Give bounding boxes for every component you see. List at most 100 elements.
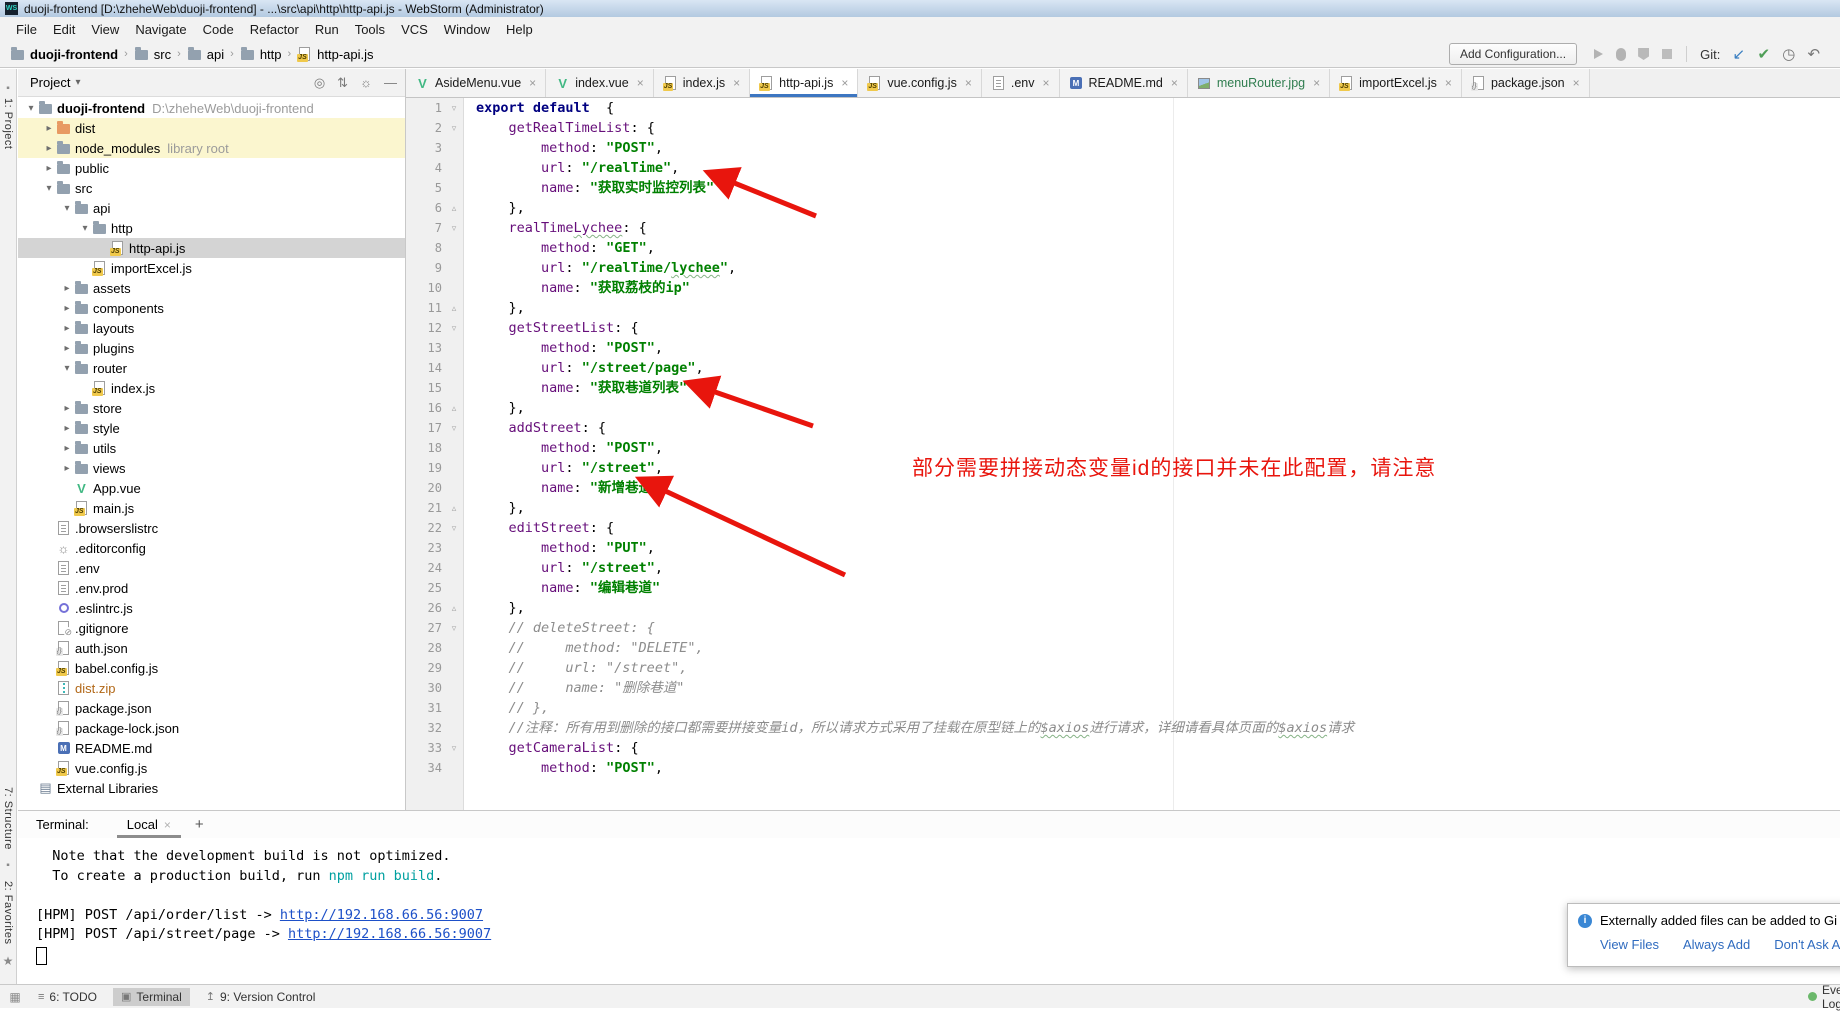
tree-chevron-icon[interactable]: ▸: [60, 463, 74, 474]
tree-row-.gitignore[interactable]: .gitignore: [18, 618, 405, 638]
fold-icon[interactable]: ▿: [448, 98, 460, 118]
close-icon[interactable]: ×: [529, 76, 536, 90]
tree-row-public[interactable]: ▸public: [18, 158, 405, 178]
locate-icon[interactable]: ◎: [314, 75, 325, 91]
statusbar-6:-todo[interactable]: ≡6: TODO: [30, 988, 105, 1006]
tree-row-style[interactable]: ▸style: [18, 418, 405, 438]
tree-chevron-icon[interactable]: ▸: [60, 443, 74, 454]
tree-chevron-icon[interactable]: ▾: [60, 363, 74, 374]
menu-vcs[interactable]: VCS: [393, 22, 436, 37]
tree-row-dist[interactable]: ▸dist: [18, 118, 405, 138]
close-icon[interactable]: ×: [733, 76, 740, 90]
stripe-favorites-button[interactable]: 2: Favorites: [2, 881, 14, 944]
tree-row-http[interactable]: ▾http: [18, 218, 405, 238]
fold-icon[interactable]: ▵: [448, 598, 460, 618]
tree-row-.env.prod[interactable]: .env.prod: [18, 578, 405, 598]
tree-row-utils[interactable]: ▸utils: [18, 438, 405, 458]
coverage-icon[interactable]: [1638, 48, 1649, 60]
tree-row-package.json[interactable]: {}package.json: [18, 698, 405, 718]
breadcrumb-item[interactable]: api: [187, 47, 224, 62]
tree-chevron-icon[interactable]: ▸: [60, 283, 74, 294]
fold-icon[interactable]: ▿: [448, 618, 460, 638]
editor-tab-importExcel.js[interactable]: JSimportExcel.js×: [1330, 69, 1462, 97]
editor-tab-index.js[interactable]: JSindex.js×: [654, 69, 750, 97]
fold-icon[interactable]: ▿: [448, 218, 460, 238]
menu-tools[interactable]: Tools: [347, 22, 393, 37]
toolwindow-toggle-icon[interactable]: ▦: [0, 990, 30, 1004]
tree-row-.browserslistrc[interactable]: .browserslistrc: [18, 518, 405, 538]
fold-icon[interactable]: ▿: [448, 518, 460, 538]
tree-chevron-icon[interactable]: ▸: [42, 123, 56, 134]
stripe-project-button[interactable]: 1: Project: [2, 98, 14, 149]
editor-tab-README.md[interactable]: MREADME.md×: [1060, 69, 1188, 97]
menu-file[interactable]: File: [8, 22, 45, 37]
editor-tab-index.vue[interactable]: Vindex.vue×: [546, 69, 654, 97]
fold-icon[interactable]: ▿: [448, 118, 460, 138]
menu-navigate[interactable]: Navigate: [127, 22, 194, 37]
history-icon[interactable]: ◷: [1776, 45, 1801, 63]
tree-chevron-icon[interactable]: ▾: [42, 183, 56, 194]
chevron-down-icon[interactable]: ▾: [75, 77, 80, 88]
tree-row-api[interactable]: ▾api: [18, 198, 405, 218]
project-panel-header[interactable]: Project ▾ ◎⇅☼—: [18, 69, 405, 97]
tree-chevron-icon[interactable]: ▸: [60, 323, 74, 334]
breadcrumb-item[interactable]: src: [134, 47, 171, 62]
tree-row-README.md[interactable]: MREADME.md: [18, 738, 405, 758]
menu-help[interactable]: Help: [498, 22, 541, 37]
new-terminal-button[interactable]: +: [195, 816, 204, 833]
tree-chevron-icon[interactable]: ▾: [60, 203, 74, 214]
editor-tab-package.json[interactable]: {}package.json×: [1462, 69, 1590, 97]
tree-row-dist.zip[interactable]: dist.zip: [18, 678, 405, 698]
editor-tab-AsideMenu.vue[interactable]: VAsideMenu.vue×: [406, 69, 546, 97]
close-icon[interactable]: ×: [841, 76, 848, 90]
terminal-link[interactable]: http://192.168.66.56:9007: [280, 907, 483, 923]
revert-icon[interactable]: ↶: [1801, 45, 1826, 63]
fold-icon[interactable]: ▿: [448, 738, 460, 758]
tree-row-components[interactable]: ▸components: [18, 298, 405, 318]
settings-icon[interactable]: ☼: [360, 75, 372, 91]
close-icon[interactable]: ×: [164, 818, 171, 832]
tree-row-.eslintrc.js[interactable]: .eslintrc.js: [18, 598, 405, 618]
tree-row-main.js[interactable]: JSmain.js: [18, 498, 405, 518]
notification-action-don't-ask-agai[interactable]: Don't Ask Agai: [1774, 937, 1840, 952]
tree-row-package-lock.json[interactable]: {}package-lock.json: [18, 718, 405, 738]
tree-row-vue.config.js[interactable]: JSvue.config.js: [18, 758, 405, 778]
menu-code[interactable]: Code: [195, 22, 242, 37]
tree-row-plugins[interactable]: ▸plugins: [18, 338, 405, 358]
close-icon[interactable]: ×: [965, 76, 972, 90]
breadcrumb-item[interactable]: JShttp-api.js: [297, 47, 373, 62]
breadcrumb-item[interactable]: duoji-frontend: [10, 47, 118, 62]
tree-row-views[interactable]: ▸views: [18, 458, 405, 478]
tree-row-App.vue[interactable]: VApp.vue: [18, 478, 405, 498]
tree-row-duoji-frontend[interactable]: ▾duoji-frontendD:\zheheWeb\duoji-fronten…: [18, 98, 405, 118]
tree-chevron-icon[interactable]: ▾: [24, 103, 38, 114]
debug-icon[interactable]: [1616, 48, 1626, 61]
tree-chevron-icon[interactable]: ▸: [60, 403, 74, 414]
tree-row-.editorconfig[interactable]: ☼.editorconfig: [18, 538, 405, 558]
notification-action-view-files[interactable]: View Files: [1600, 937, 1659, 952]
tree-row-auth.json[interactable]: {}auth.json: [18, 638, 405, 658]
git-commit-icon[interactable]: ✔: [1751, 45, 1776, 63]
tree-row-store[interactable]: ▸store: [18, 398, 405, 418]
collapse-all-icon[interactable]: ⇅: [337, 75, 348, 91]
star-icon[interactable]: ★: [3, 954, 14, 968]
close-icon[interactable]: ×: [1445, 76, 1452, 90]
tree-row-layouts[interactable]: ▸layouts: [18, 318, 405, 338]
tree-chevron-icon[interactable]: ▸: [42, 163, 56, 174]
fold-icon[interactable]: ▵: [448, 398, 460, 418]
statusbar-9:-version-control[interactable]: ↥9: Version Control: [198, 988, 324, 1006]
close-icon[interactable]: ×: [1042, 76, 1049, 90]
menu-view[interactable]: View: [83, 22, 127, 37]
tree-row-assets[interactable]: ▸assets: [18, 278, 405, 298]
stripe-structure-button[interactable]: 7: Structure: [2, 787, 14, 850]
close-icon[interactable]: ×: [1171, 76, 1178, 90]
run-icon[interactable]: [1594, 49, 1603, 59]
editor-tab-.env[interactable]: .env×: [982, 69, 1060, 97]
tree-chevron-icon[interactable]: ▸: [60, 303, 74, 314]
terminal-link[interactable]: http://192.168.66.56:9007: [288, 926, 491, 942]
stop-icon[interactable]: [1662, 49, 1672, 59]
tree-chevron-icon[interactable]: ▸: [60, 423, 74, 434]
editor-tab-vue.config.js[interactable]: JSvue.config.js×: [858, 69, 982, 97]
tree-row-.env[interactable]: .env: [18, 558, 405, 578]
add-configuration-button[interactable]: Add Configuration...: [1449, 43, 1577, 65]
